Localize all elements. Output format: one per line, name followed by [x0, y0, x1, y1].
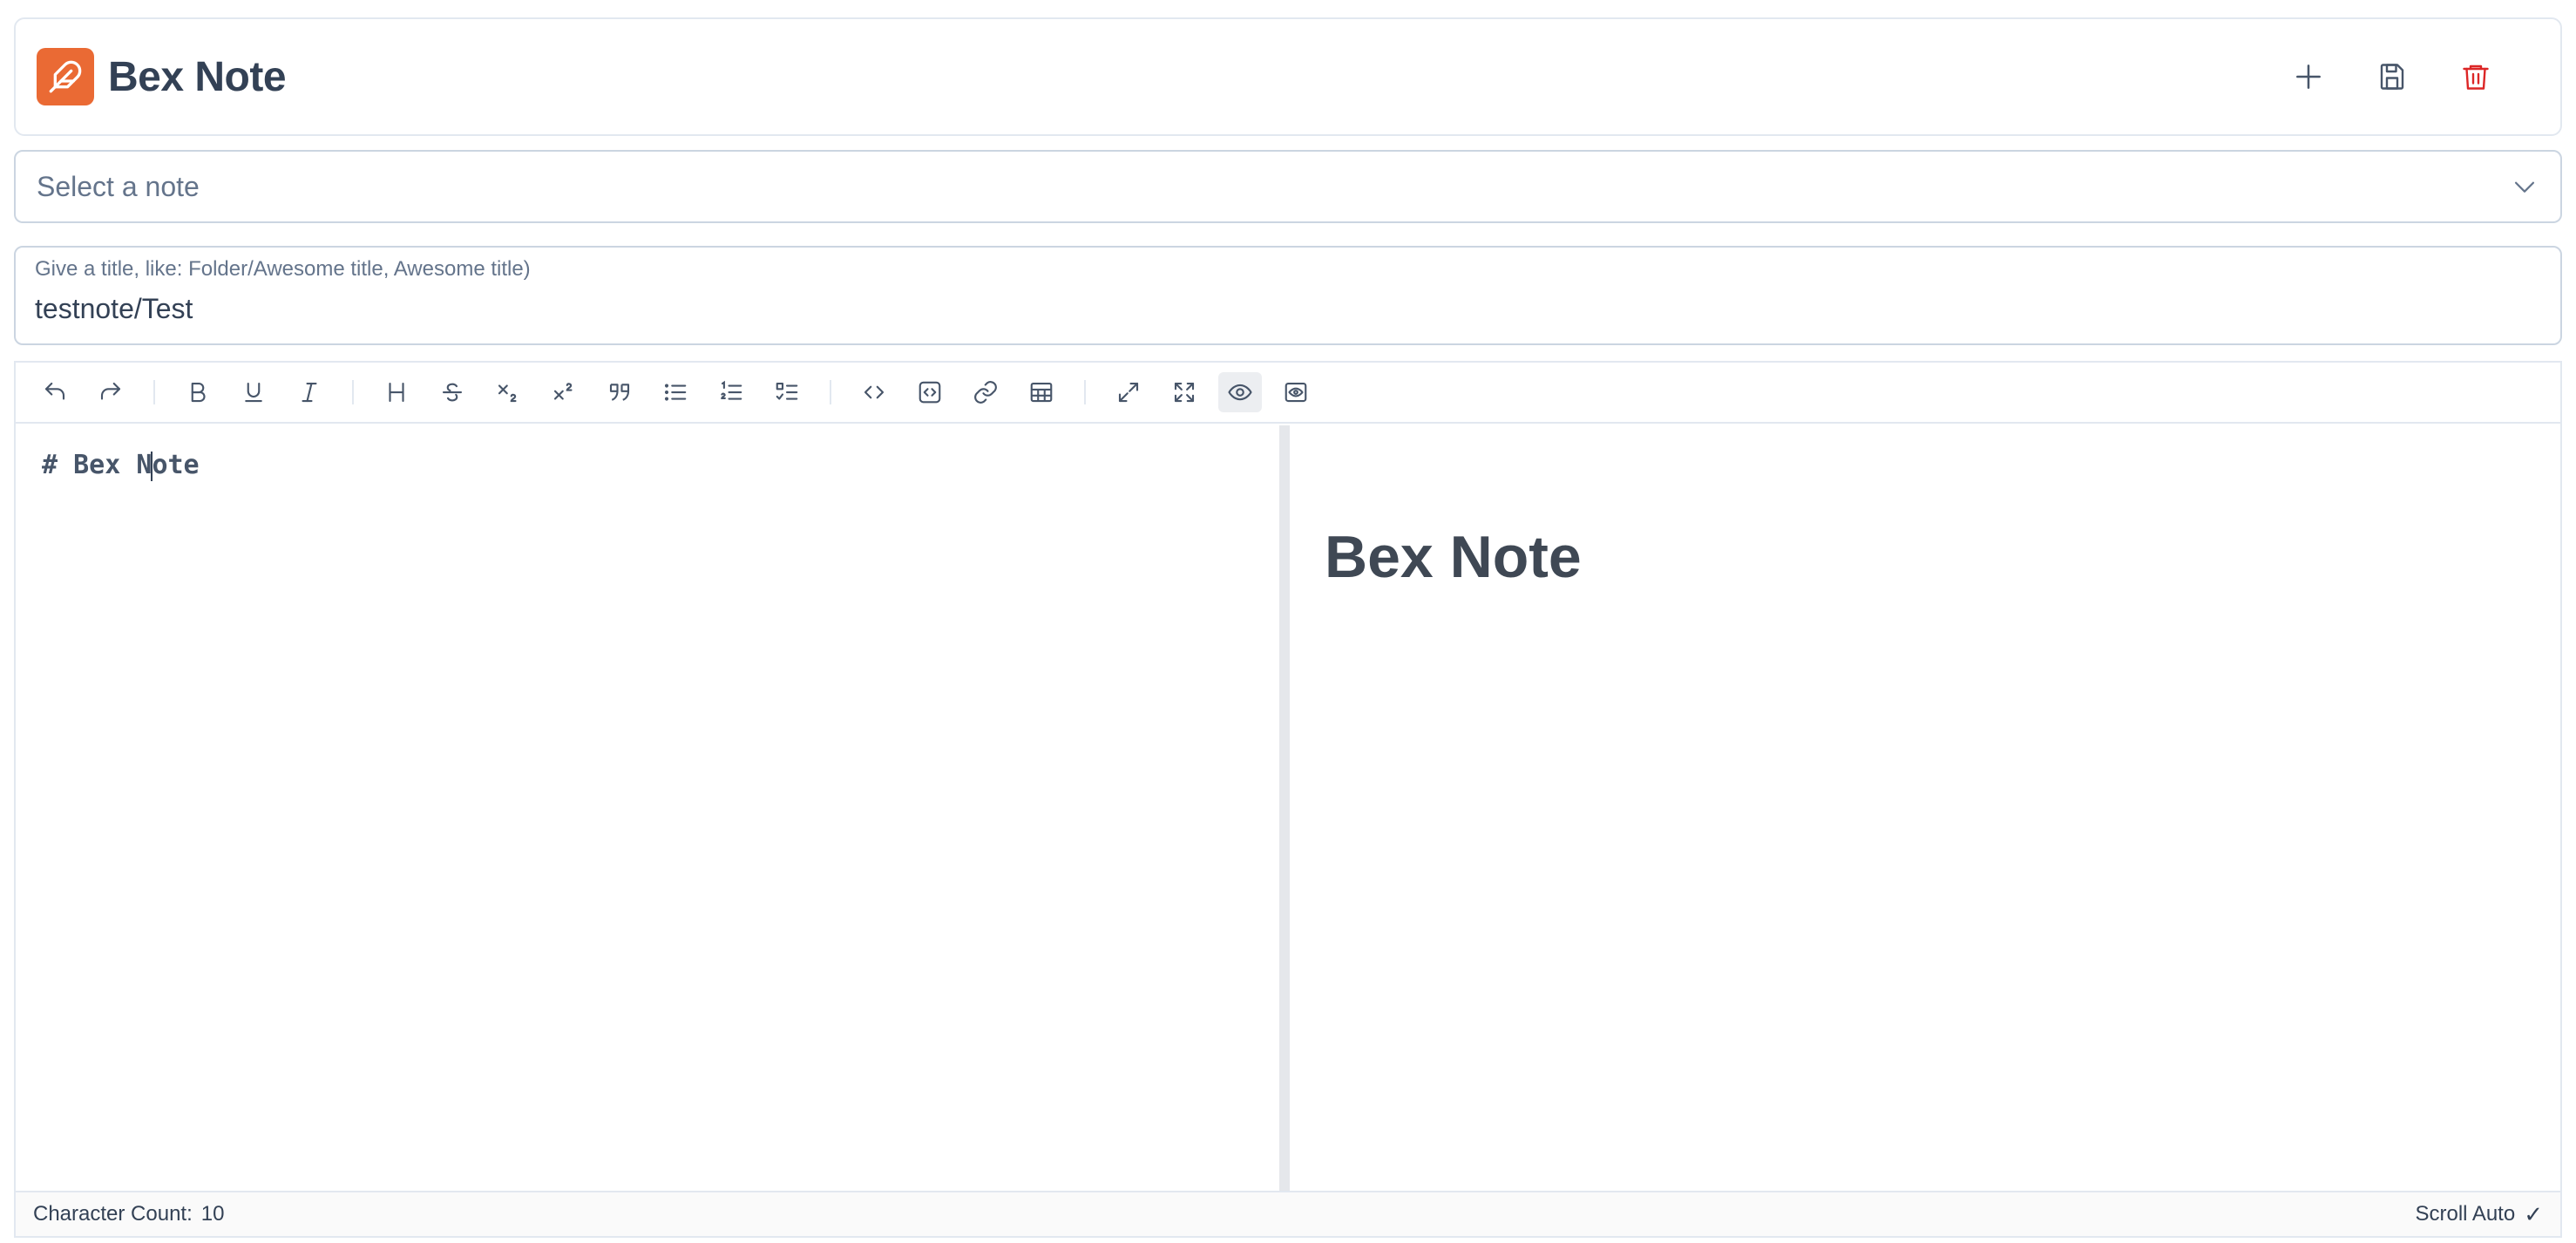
bold-button[interactable]	[176, 372, 220, 412]
save-note-button[interactable]	[2362, 46, 2423, 107]
title-field: Give a title, like: Folder/Awesome title…	[14, 246, 2562, 345]
link-icon	[974, 381, 997, 404]
bold-icon	[191, 382, 206, 403]
heading-button[interactable]	[375, 372, 418, 412]
eye-icon	[1228, 384, 1252, 401]
bullet-list-icon	[664, 384, 687, 401]
bex-note-page: Bex Note Select a note Give a title, lik…	[0, 0, 2576, 1243]
heading-icon	[389, 382, 404, 403]
ordered-list-button[interactable]	[709, 372, 753, 412]
strikethrough-icon	[442, 383, 463, 402]
superscript-button[interactable]	[542, 372, 586, 412]
task-list-icon	[776, 382, 798, 400]
app-title: Bex Note	[108, 53, 287, 100]
scroll-auto-label: Scroll Auto	[2415, 1202, 2516, 1226]
note-select[interactable]: Select a note	[14, 150, 2562, 223]
scroll-auto-toggle[interactable]: Scroll Auto ✓	[2415, 1201, 2543, 1228]
toolbar-divider	[352, 380, 354, 404]
title-field-hint: Give a title, like: Folder/Awesome title…	[35, 257, 531, 281]
subscript-button[interactable]	[486, 372, 530, 412]
code-button[interactable]	[852, 372, 896, 412]
link-button[interactable]	[964, 372, 1007, 412]
strikethrough-button[interactable]	[430, 372, 474, 412]
plus-icon	[2296, 65, 2321, 89]
editor-footer: Character Count: 10 Scroll Auto ✓	[16, 1191, 2560, 1236]
preview-toggle-button[interactable]	[1218, 372, 1262, 412]
pane-splitter[interactable]	[1279, 425, 1290, 1191]
source-text-before-caret: # Bex N	[42, 450, 153, 480]
toolbar-divider	[830, 380, 831, 404]
fullscreen-button[interactable]	[1107, 372, 1150, 412]
header-actions	[2278, 46, 2506, 107]
editor-toolbar	[16, 363, 2560, 424]
new-note-button[interactable]	[2278, 46, 2339, 107]
app-header: Bex Note	[14, 17, 2562, 136]
title-input[interactable]	[35, 291, 2541, 326]
preview-only-icon	[1285, 382, 1307, 403]
superscript-icon	[553, 383, 573, 400]
source-text-after-caret: ote	[152, 450, 200, 480]
redo-icon	[100, 382, 121, 400]
editor-panes: # Bex Note Bex Note	[16, 425, 2560, 1191]
code-block-icon	[919, 381, 941, 404]
expand-icon	[1118, 382, 1139, 403]
ordered-list-icon	[721, 380, 742, 400]
italic-button[interactable]	[288, 372, 331, 412]
character-count-value: 10	[200, 1202, 225, 1226]
scroll-auto-checkbox[interactable]: ✓	[2524, 1201, 2543, 1228]
markdown-source-pane[interactable]: # Bex Note	[16, 425, 1279, 1191]
table-button[interactable]	[1020, 372, 1063, 412]
feather-icon	[49, 60, 82, 93]
page-fullscreen-button[interactable]	[1163, 372, 1206, 412]
character-count-label: Character Count:	[33, 1202, 193, 1226]
markdown-editor: # Bex Note Bex Note Character Count: 10 …	[14, 361, 2562, 1238]
trash-icon	[2463, 65, 2489, 90]
table-icon	[1030, 382, 1053, 403]
preview-heading: Bex Note	[1325, 524, 1582, 590]
chevron-down-icon	[2510, 172, 2539, 201]
save-icon	[2380, 64, 2404, 90]
task-list-button[interactable]	[765, 372, 809, 412]
toolbar-divider	[1084, 380, 1086, 404]
toolbar-divider	[153, 380, 155, 404]
subscript-icon	[498, 384, 517, 403]
source-line: # Bex Note	[42, 450, 1253, 481]
underline-icon	[245, 382, 262, 403]
markdown-preview-pane: Bex Note	[1290, 425, 2560, 1191]
quote-button[interactable]	[598, 372, 641, 412]
preview-only-button[interactable]	[1274, 372, 1318, 412]
underline-button[interactable]	[232, 372, 275, 412]
italic-icon	[302, 382, 317, 403]
app-logo	[37, 48, 94, 105]
note-select-placeholder: Select a note	[37, 170, 200, 202]
code-block-button[interactable]	[908, 372, 952, 412]
delete-note-button[interactable]	[2445, 46, 2506, 107]
bullet-list-button[interactable]	[654, 372, 697, 412]
undo-icon	[44, 382, 65, 400]
code-icon	[864, 385, 885, 399]
redo-button[interactable]	[89, 372, 132, 412]
quote-icon	[609, 384, 630, 401]
undo-button[interactable]	[33, 372, 77, 412]
maximize-icon	[1174, 382, 1195, 403]
